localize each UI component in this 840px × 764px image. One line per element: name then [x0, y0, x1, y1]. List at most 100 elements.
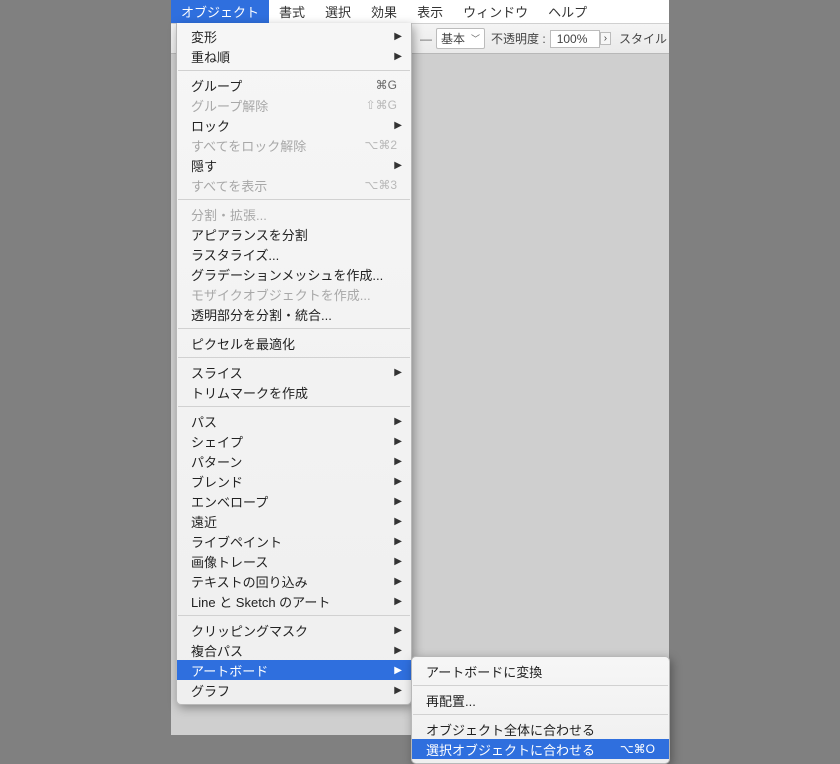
style-label: スタイル — [619, 30, 667, 47]
menu-item[interactable]: ラスタライズ... — [177, 244, 411, 264]
menu-window[interactable]: ウィンドウ — [453, 0, 538, 24]
menu-item[interactable]: スライス▶ — [177, 362, 411, 382]
artboard-submenu: アートボードに変換再配置... オブジェクト全体に合わせる選択オブジェクトに合わせ… — [411, 656, 670, 764]
menu-item-shortcut: ⌥⌘O — [620, 742, 655, 756]
menu-item[interactable]: グラデーションメッシュを作成... — [177, 264, 411, 284]
menu-item-label: 変形 — [191, 27, 397, 46]
menu-item[interactable]: エンベロープ▶ — [177, 491, 411, 511]
menu-item-label: 画像トレース — [191, 552, 397, 571]
menu-item-label: トリムマークを作成 — [191, 383, 397, 402]
menu-item[interactable]: オブジェクト全体に合わせる — [412, 719, 669, 739]
menu-item-label: グラデーションメッシュを作成... — [191, 265, 397, 284]
menu-item-label: 透明部分を分割・統合... — [191, 305, 397, 324]
menu-item-label: ライブペイント — [191, 532, 397, 551]
menu-item-label: 分割・拡張... — [191, 205, 397, 224]
menu-separator — [413, 685, 668, 686]
menu-item-label: テキストの回り込み — [191, 572, 397, 591]
menu-item[interactable]: トリムマークを作成 — [177, 382, 411, 402]
menu-item-label: アートボード — [191, 661, 397, 680]
basic-select[interactable]: 基本 ﹀ — [436, 28, 485, 49]
menu-item[interactable]: ピクセルを最適化 — [177, 333, 411, 353]
menu-separator — [413, 714, 668, 715]
opacity-stepper[interactable]: › — [600, 32, 611, 45]
menu-select[interactable]: 選択 — [315, 0, 361, 24]
menu-item-label: ピクセルを最適化 — [191, 334, 397, 353]
menu-item-label: スライス — [191, 363, 397, 382]
menu-item-shortcut: ⌘G — [376, 78, 397, 92]
menu-item[interactable]: 透明部分を分割・統合... — [177, 304, 411, 324]
menu-item[interactable]: グループ⌘G — [177, 75, 411, 95]
menu-item-label: 隠す — [191, 156, 397, 175]
menu-separator — [178, 357, 410, 358]
menu-format[interactable]: 書式 — [269, 0, 315, 24]
menu-item-label: すべてを表示 — [191, 176, 364, 195]
menu-item[interactable]: 遠近▶ — [177, 511, 411, 531]
menu-item[interactable]: テキストの回り込み▶ — [177, 571, 411, 591]
menu-item[interactable]: パス▶ — [177, 411, 411, 431]
opacity-field[interactable]: 100% — [550, 30, 600, 48]
submenu-arrow-icon: ▶ — [394, 496, 402, 507]
menu-item-label: 複合パス — [191, 641, 397, 660]
menu-item-label: パターン — [191, 452, 397, 471]
menu-item[interactable]: 変形▶ — [177, 26, 411, 46]
submenu-arrow-icon: ▶ — [394, 416, 402, 427]
submenu-arrow-icon: ▶ — [394, 536, 402, 547]
submenu-arrow-icon: ▶ — [394, 665, 402, 676]
menu-item[interactable]: アートボードに変換 — [412, 661, 669, 681]
menu-item[interactable]: アピアランスを分割 — [177, 224, 411, 244]
menu-item-label: クリッピングマスク — [191, 621, 397, 640]
menu-item-shortcut: ⌥⌘3 — [364, 178, 397, 192]
menu-item-label: すべてをロック解除 — [191, 136, 364, 155]
menu-item[interactable]: Line と Sketch のアート▶ — [177, 591, 411, 611]
submenu-arrow-icon: ▶ — [394, 436, 402, 447]
submenu-arrow-icon: ▶ — [394, 645, 402, 656]
menu-item[interactable]: 複合パス▶ — [177, 640, 411, 660]
menu-separator — [178, 406, 410, 407]
menu-item-label: ブレンド — [191, 472, 397, 491]
menu-item-label: グループ — [191, 76, 376, 95]
opacity-label: 不透明度 : — [491, 30, 546, 47]
menu-item-label: 重ね順 — [191, 47, 397, 66]
chevron-down-icon: ﹀ — [471, 32, 480, 45]
menu-item-shortcut: ⌥⌘2 — [364, 138, 397, 152]
menu-item[interactable]: 再配置... — [412, 690, 669, 710]
menu-item[interactable]: グラフ▶ — [177, 680, 411, 700]
menu-item[interactable]: ロック▶ — [177, 115, 411, 135]
menu-item-label: ロック — [191, 116, 397, 135]
menu-item[interactable]: クリッピングマスク▶ — [177, 620, 411, 640]
submenu-arrow-icon: ▶ — [394, 685, 402, 696]
submenu-arrow-icon: ▶ — [394, 160, 402, 171]
submenu-arrow-icon: ▶ — [394, 51, 402, 62]
menu-item[interactable]: シェイプ▶ — [177, 431, 411, 451]
menu-item[interactable]: 選択オブジェクトに合わせる⌥⌘O — [412, 739, 669, 759]
menu-item-label: 選択オブジェクトに合わせる — [426, 740, 620, 759]
submenu-arrow-icon: ▶ — [394, 576, 402, 587]
menu-object[interactable]: オブジェクト — [171, 0, 269, 24]
menu-item[interactable]: 重ね順▶ — [177, 46, 411, 66]
menubar: オブジェクト 書式 選択 効果 表示 ウィンドウ ヘルプ — [171, 0, 669, 23]
menu-item[interactable]: ライブペイント▶ — [177, 531, 411, 551]
menu-item-label: パス — [191, 412, 397, 431]
menu-item[interactable]: 画像トレース▶ — [177, 551, 411, 571]
menu-item: モザイクオブジェクトを作成... — [177, 284, 411, 304]
menu-item-label: シェイプ — [191, 432, 397, 451]
menu-effect[interactable]: 効果 — [361, 0, 407, 24]
menu-item-label: アピアランスを分割 — [191, 225, 397, 244]
menu-help[interactable]: ヘルプ — [538, 0, 597, 24]
menu-item-label: モザイクオブジェクトを作成... — [191, 285, 397, 304]
submenu-arrow-icon: ▶ — [394, 476, 402, 487]
menu-separator — [178, 328, 410, 329]
menu-item-label: アートボードに変換 — [426, 662, 655, 681]
menu-item[interactable]: アートボード▶ — [177, 660, 411, 680]
menu-item[interactable]: ブレンド▶ — [177, 471, 411, 491]
menu-separator — [178, 199, 410, 200]
menu-item-label: グラフ — [191, 681, 397, 700]
menu-item-label: 遠近 — [191, 512, 397, 531]
menu-item-shortcut: ⇧⌘G — [366, 98, 397, 112]
toolbar-dash: — — [420, 32, 432, 46]
menu-item[interactable]: パターン▶ — [177, 451, 411, 471]
submenu-arrow-icon: ▶ — [394, 31, 402, 42]
menu-view[interactable]: 表示 — [407, 0, 453, 24]
menu-item-label: 再配置... — [426, 691, 655, 710]
menu-item[interactable]: 隠す▶ — [177, 155, 411, 175]
